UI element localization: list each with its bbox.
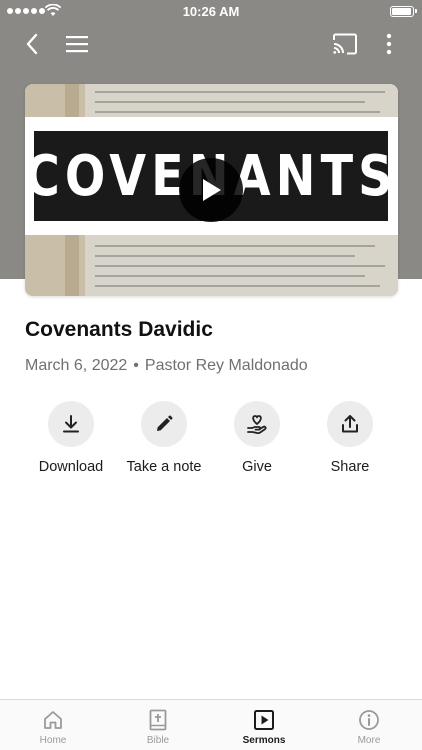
play-button[interactable] <box>179 158 243 222</box>
sermon-date: March 6, 2022 <box>25 357 128 374</box>
tab-bar: Home Bible Sermons More <box>0 699 422 750</box>
chevron-left-icon <box>26 33 38 55</box>
give-hand-heart-icon <box>247 415 267 435</box>
take-note-button[interactable]: Take a note <box>114 401 214 475</box>
sermon-speaker: Pastor Rey Maldonado <box>144 357 308 374</box>
home-icon <box>44 711 62 729</box>
share-label: Share <box>330 459 370 475</box>
more-options-button[interactable] <box>371 26 407 62</box>
sermon-video-thumbnail[interactable]: COVENANTS <box>25 84 398 296</box>
tab-more-label: More <box>357 735 381 746</box>
tab-home[interactable]: Home <box>0 700 106 750</box>
give-label: Give <box>242 459 272 475</box>
info-icon <box>359 710 379 730</box>
sermon-detail-screen: 10:26 AM Covenants Davidic March 6, 2022… <box>0 0 422 750</box>
share-icon <box>342 415 358 433</box>
sermon-meta: March 6, 2022 • Pastor Rey Maldonado <box>25 357 308 375</box>
play-square-icon <box>254 710 274 730</box>
battery-icon <box>390 6 417 17</box>
download-label: Download <box>38 459 104 475</box>
menu-button[interactable] <box>59 26 95 62</box>
tab-sermons[interactable]: Sermons <box>211 700 317 750</box>
top-nav <box>0 26 422 62</box>
cast-icon <box>333 33 357 55</box>
sermon-title: Covenants Davidic <box>25 318 213 341</box>
meta-separator: • <box>133 357 139 374</box>
give-button[interactable]: Give <box>207 401 307 475</box>
action-row: Download Take a note Give Share <box>0 401 422 481</box>
bible-icon <box>149 709 167 731</box>
vertical-dots-icon <box>386 33 392 55</box>
status-bar: 10:26 AM <box>0 0 422 22</box>
tab-bible[interactable]: Bible <box>105 700 211 750</box>
back-button[interactable] <box>14 26 50 62</box>
tab-bible-label: Bible <box>146 735 170 746</box>
download-icon <box>63 415 79 433</box>
pencil-icon <box>157 415 173 431</box>
tab-more[interactable]: More <box>316 700 422 750</box>
share-button[interactable]: Share <box>300 401 400 475</box>
take-note-label: Take a note <box>126 459 202 475</box>
play-icon <box>203 179 221 201</box>
download-button[interactable]: Download <box>21 401 121 475</box>
hamburger-menu-icon <box>66 36 88 53</box>
tab-sermons-label: Sermons <box>242 735 286 746</box>
cast-button[interactable] <box>327 26 363 62</box>
status-time: 10:26 AM <box>182 4 240 19</box>
tab-home-label: Home <box>39 735 67 746</box>
